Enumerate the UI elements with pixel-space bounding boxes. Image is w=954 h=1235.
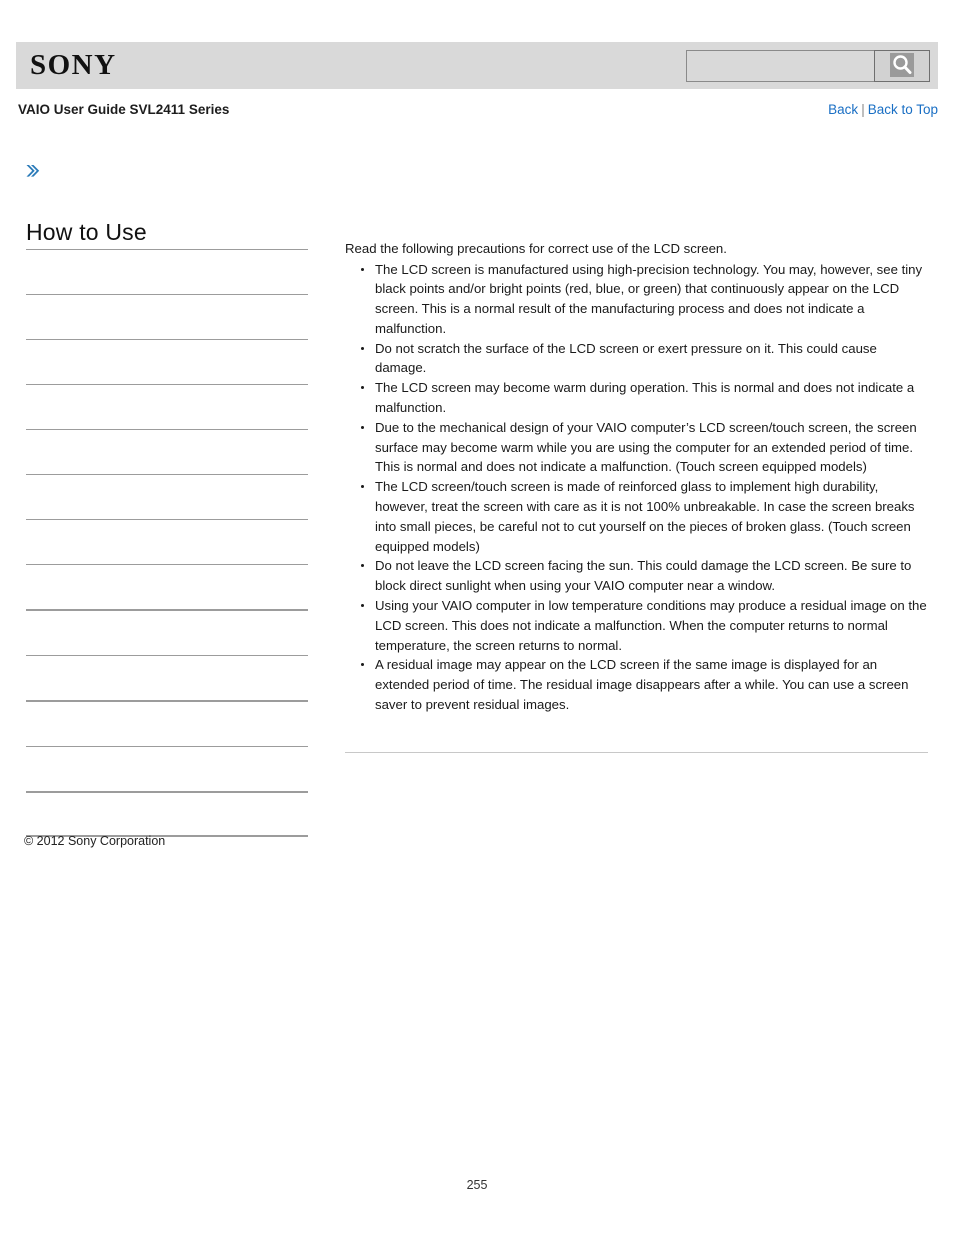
list-item: The LCD screen is manufactured using hig… [361, 260, 928, 339]
sidebar-item-12[interactable] [26, 746, 308, 791]
content-lead-paragraph: Read the following precautions for corre… [345, 241, 727, 256]
sidebar-item-2[interactable] [26, 294, 308, 339]
list-item: Do not scratch the surface of the LCD sc… [361, 339, 928, 379]
list-item: Do not leave the LCD screen facing the s… [361, 556, 928, 596]
copyright-notice: © 2012 Sony Corporation [24, 834, 166, 848]
sony-logo: SONY [30, 49, 117, 81]
sidebar-heading: How to Use [26, 219, 147, 245]
sidebar-item-1[interactable] [26, 249, 308, 294]
sidebar: How to Use [26, 218, 308, 837]
search-button[interactable] [874, 50, 930, 82]
search-icon [889, 52, 915, 81]
back-link[interactable]: Back [828, 102, 858, 117]
sidebar-item-8[interactable] [26, 564, 308, 609]
list-item: The LCD screen/touch screen is made of r… [361, 477, 928, 556]
list-item: The LCD screen may become warm during op… [361, 378, 928, 418]
sidebar-item-5[interactable] [26, 429, 308, 474]
page-title: VAIO User Guide SVL2411 Series [18, 102, 230, 117]
sidebar-item-6[interactable] [26, 474, 308, 519]
sidebar-item-9[interactable] [26, 609, 308, 655]
header-nav-links: Back | Back to Top [828, 100, 938, 120]
page-number: 255 [466, 1178, 488, 1192]
sidebar-item-3[interactable] [26, 339, 308, 384]
list-item: A residual image may appear on the LCD s… [361, 655, 928, 714]
sidebar-item-11[interactable] [26, 700, 308, 746]
search-area [686, 50, 930, 82]
precautions-list: The LCD screen is manufactured using hig… [345, 260, 928, 715]
list-item: Using your VAIO computer in low temperat… [361, 596, 928, 655]
sidebar-nav-list [26, 249, 308, 837]
sidebar-item-13[interactable] [26, 791, 308, 837]
content-divider [345, 752, 928, 753]
double-chevron-right-icon[interactable] [24, 162, 42, 180]
back-to-top-link[interactable]: Back to Top [868, 102, 938, 117]
list-item: Due to the mechanical design of your VAI… [361, 418, 928, 477]
sidebar-item-4[interactable] [26, 384, 308, 429]
header-band: SONY [16, 42, 938, 89]
search-input[interactable] [686, 50, 874, 82]
sidebar-item-10[interactable] [26, 655, 308, 700]
title-row: VAIO User Guide SVL2411 Series Back | Back… [16, 100, 938, 122]
nav-separator: | [861, 102, 865, 117]
sidebar-item-7[interactable] [26, 519, 308, 564]
main-content: Read the following precautions for corre… [345, 239, 928, 715]
